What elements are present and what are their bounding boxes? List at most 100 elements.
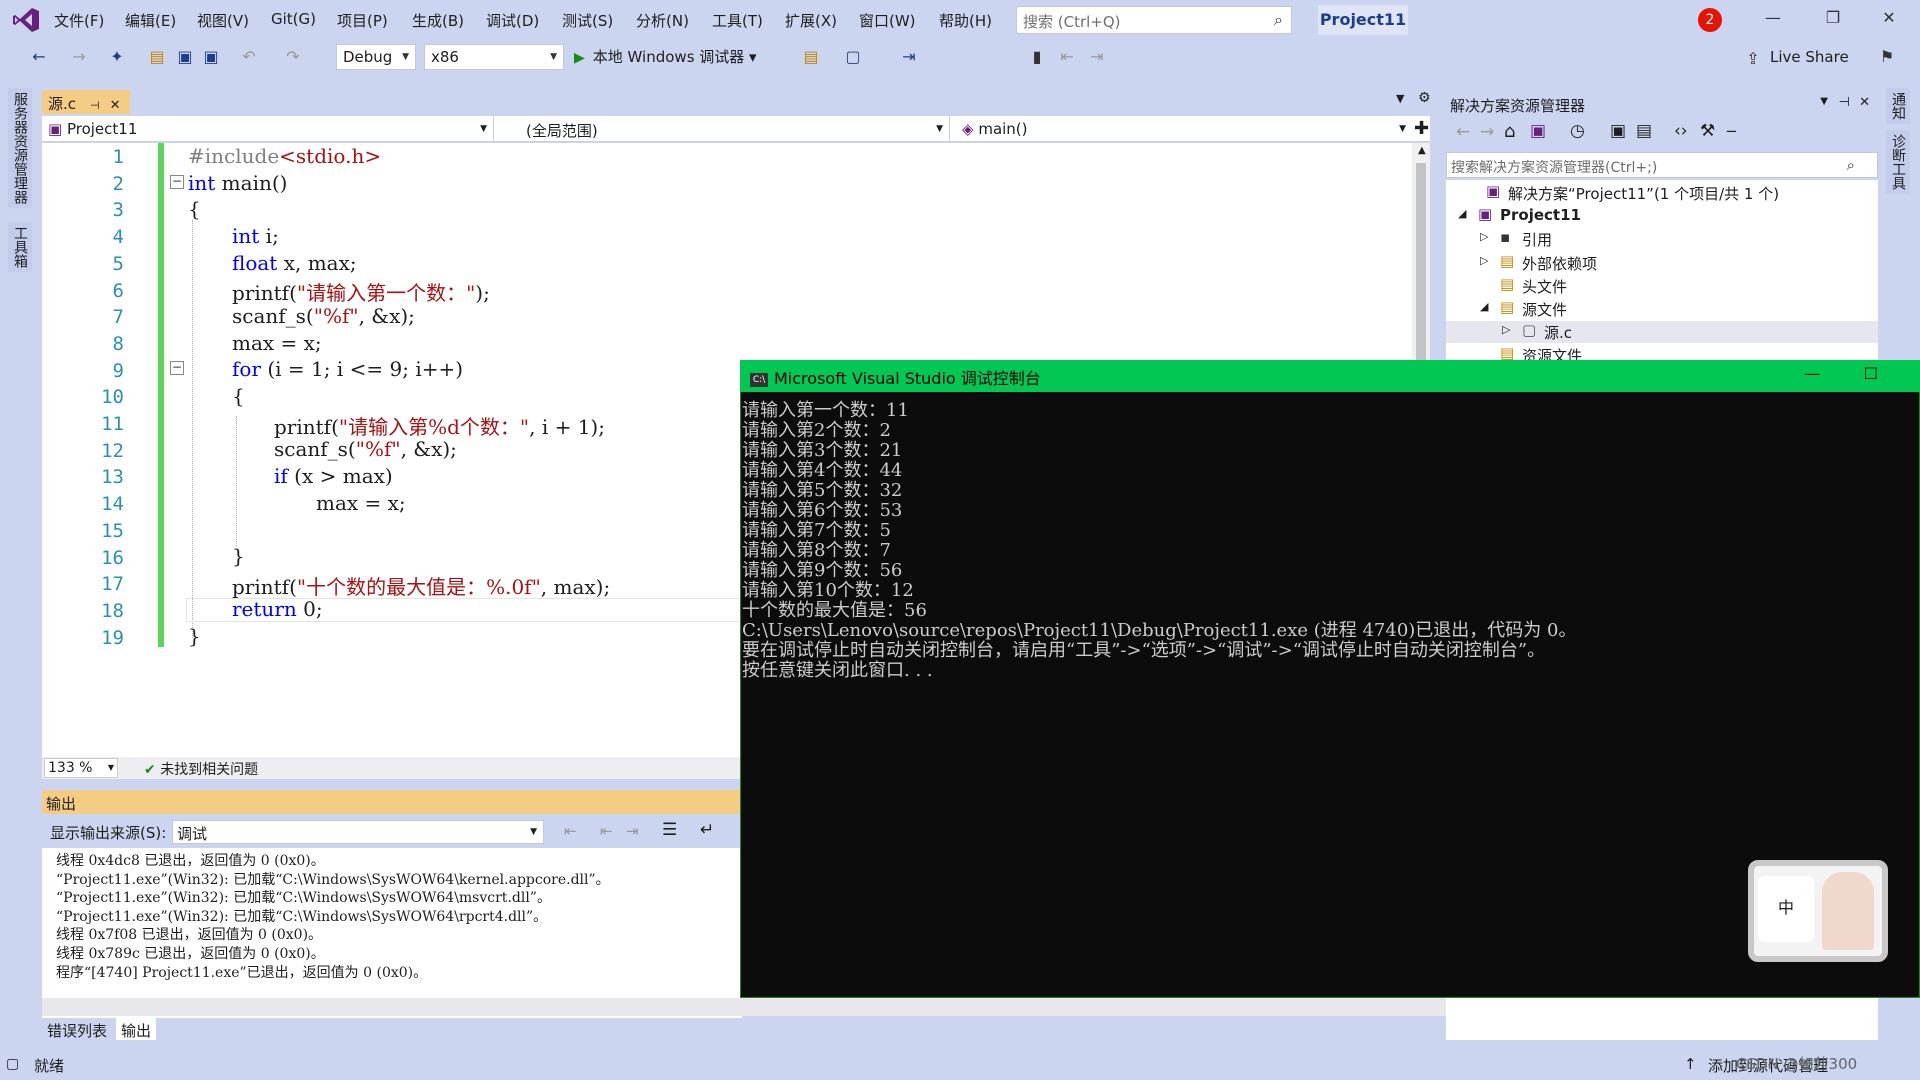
bookmark-icon[interactable]: ▮ [1026,46,1048,68]
menu-item[interactable]: 文件(F) [54,10,104,31]
project-nav-dropdown[interactable]: ▣ Project11 ▼ [42,116,494,142]
clear-all-icon[interactable]: ☰ [662,820,677,840]
menu-item[interactable]: 编辑(E) [125,10,176,31]
tree-item-label: 外部依赖项 [1522,254,1598,273]
collapse-all-icon[interactable]: ▣ [1610,121,1626,141]
tree-item[interactable]: ◢ ▣ Project11 [1446,205,1878,227]
config-dropdown[interactable]: Debug ▼ [336,44,416,70]
status-ready: 就绪 [34,1057,65,1075]
menu-item[interactable]: 分析(N) [636,10,689,31]
settings-icon[interactable]: ⚙ [1418,90,1431,106]
feedback-icon[interactable]: ⚑ [1876,46,1898,68]
tree-item[interactable]: ▷ ▪ 引用 [1446,228,1878,250]
pending-changes-icon[interactable]: ◷ [1570,121,1585,141]
fold-toggle[interactable]: − [170,361,184,375]
tree-item[interactable]: ◢ ▤ 源文件 [1446,298,1878,320]
tab-source-c[interactable]: 源.c ⊣ ✕ [42,90,130,114]
dropdown-icon[interactable]: ▼ [1820,96,1828,107]
output-hscrollbar[interactable] [42,998,1452,1016]
run-debugger-button[interactable]: ▶ 本地 Windows 调试器 ▾ [574,46,757,67]
play-icon: ▶ [574,50,585,66]
pin-icon[interactable]: ⊣ [1839,95,1850,110]
maximize-icon[interactable]: ☐ [1864,364,1878,383]
folder-search-icon[interactable]: ▤ [800,46,822,68]
toolbox-tab[interactable]: 工具箱 [8,222,32,272]
properties-icon[interactable]: ⚒ [1700,121,1715,141]
ime-widget[interactable]: 中 [1748,860,1888,962]
expand-arrow-icon[interactable]: ▷ [1502,323,1510,336]
menu-item[interactable]: Git(G) [271,10,316,28]
close-tab-icon[interactable]: ✕ [110,98,121,113]
live-share-button[interactable]: Live Share [1770,48,1849,66]
minimize-icon[interactable]: — [1758,8,1788,34]
platform-dropdown[interactable]: x86 ▼ [424,44,564,70]
code-view-icon[interactable]: ‹› [1674,121,1688,141]
scope-nav-dropdown[interactable]: (全局范围) ▼ [500,116,950,142]
tree-item[interactable]: ▷ ▤ 外部依赖项 [1446,252,1878,274]
switch-views-icon[interactable]: ▣ [1530,121,1546,141]
tree-item[interactable]: ▣ 解决方案“Project11”(1 个项目/共 1 个) [1446,182,1878,204]
pin-icon[interactable]: ⊣ [90,99,100,112]
menu-item[interactable]: 扩展(X) [785,10,837,31]
menu-item[interactable]: 工具(T) [712,10,763,31]
next-message-icon[interactable]: ⇥ [626,822,639,840]
back-icon[interactable]: ← [28,46,50,68]
split-icon[interactable]: ✚ [1414,118,1429,139]
expand-arrow-icon[interactable]: ▷ [1480,254,1488,267]
find-message-icon[interactable]: ⇤ [564,822,577,840]
fold-toggle[interactable]: − [170,175,184,189]
tree-item[interactable]: ▷ ▢ 源.c [1446,321,1878,344]
prev-bookmark-icon[interactable]: ⇤ [1056,46,1078,68]
minimize-icon[interactable]: — [1804,364,1820,383]
menu-item[interactable]: 窗口(W) [859,10,916,31]
forward-icon[interactable]: → [1480,122,1494,142]
notifications-tab[interactable]: 通知 [1886,88,1910,124]
tree-item[interactable]: ▤ 头文件 [1446,275,1878,297]
zoom-dropdown[interactable]: 133 % ▼ [44,758,118,778]
notification-badge[interactable]: 2 [1698,8,1722,32]
tab-error-list[interactable]: 错误列表 [42,1018,112,1040]
solution-search-input[interactable]: 搜索解决方案资源管理器(Ctrl+;) ⌕ [1446,152,1878,178]
redo-icon[interactable]: ↷ [282,46,304,68]
undo-icon[interactable]: ↶ [238,46,260,68]
console-title-bar[interactable]: C:\ Microsoft Visual Studio 调试控制台 — ☐ [740,360,1920,392]
show-all-files-icon[interactable]: ▤ [1636,121,1652,141]
tab-output[interactable]: 输出 [116,1018,157,1040]
word-wrap-icon[interactable]: ↵ [700,820,714,840]
prev-message-icon[interactable]: ⇤ [600,822,613,840]
menu-item[interactable]: 项目(P) [337,10,388,31]
line-number: 19 [101,626,124,649]
screen-icon[interactable]: ▢ [842,46,864,68]
open-folder-icon[interactable]: ▤ [146,46,168,68]
step-icon[interactable]: ⇥ [898,46,920,68]
tree-node-icon: ▢ [1522,321,1537,340]
tab-list-icon[interactable]: ▼ [1396,92,1404,105]
menu-item[interactable]: 调试(D) [486,10,539,31]
expand-arrow-icon[interactable]: ◢ [1458,207,1466,220]
expand-arrow-icon[interactable]: ▷ [1480,230,1488,243]
code-line: scanf_s("%f", &x); [232,304,415,328]
restore-icon[interactable]: ❐ [1818,8,1848,34]
save-all-icon[interactable]: ▣ [200,46,222,68]
back-icon[interactable]: ← [1456,122,1470,142]
save-icon[interactable]: ▣ [174,46,196,68]
expand-arrow-icon[interactable]: ◢ [1480,300,1488,313]
server-explorer-tab[interactable]: 服务器资源管理器 [8,88,32,208]
next-bookmark-icon[interactable]: ⇥ [1086,46,1108,68]
home-icon[interactable]: ⌂ [1504,121,1515,142]
diagnostic-tools-tab[interactable]: 诊断工具 [1886,130,1910,194]
issues-indicator[interactable]: ✔ 未找到相关问题 [144,759,258,779]
preview-icon[interactable]: ‒ [1726,121,1737,141]
member-nav-dropdown[interactable]: ◈ main() ▼ [956,116,1412,142]
menu-item[interactable]: 帮助(H) [939,10,992,31]
menu-item[interactable]: 测试(S) [562,10,613,31]
forward-icon[interactable]: → [68,46,90,68]
output-source-dropdown[interactable]: 调试 ▼ [172,820,544,844]
new-item-icon[interactable]: ✦ [106,46,128,68]
close-icon[interactable]: ✕ [1859,95,1870,110]
share-icon: ⇪ [1746,49,1760,68]
menu-item[interactable]: 视图(V) [197,10,249,31]
close-icon[interactable]: ✕ [1874,8,1904,34]
menu-item[interactable]: 生成(B) [412,10,464,31]
search-input[interactable]: 搜索 (Ctrl+Q) ⌕ [1016,6,1292,34]
